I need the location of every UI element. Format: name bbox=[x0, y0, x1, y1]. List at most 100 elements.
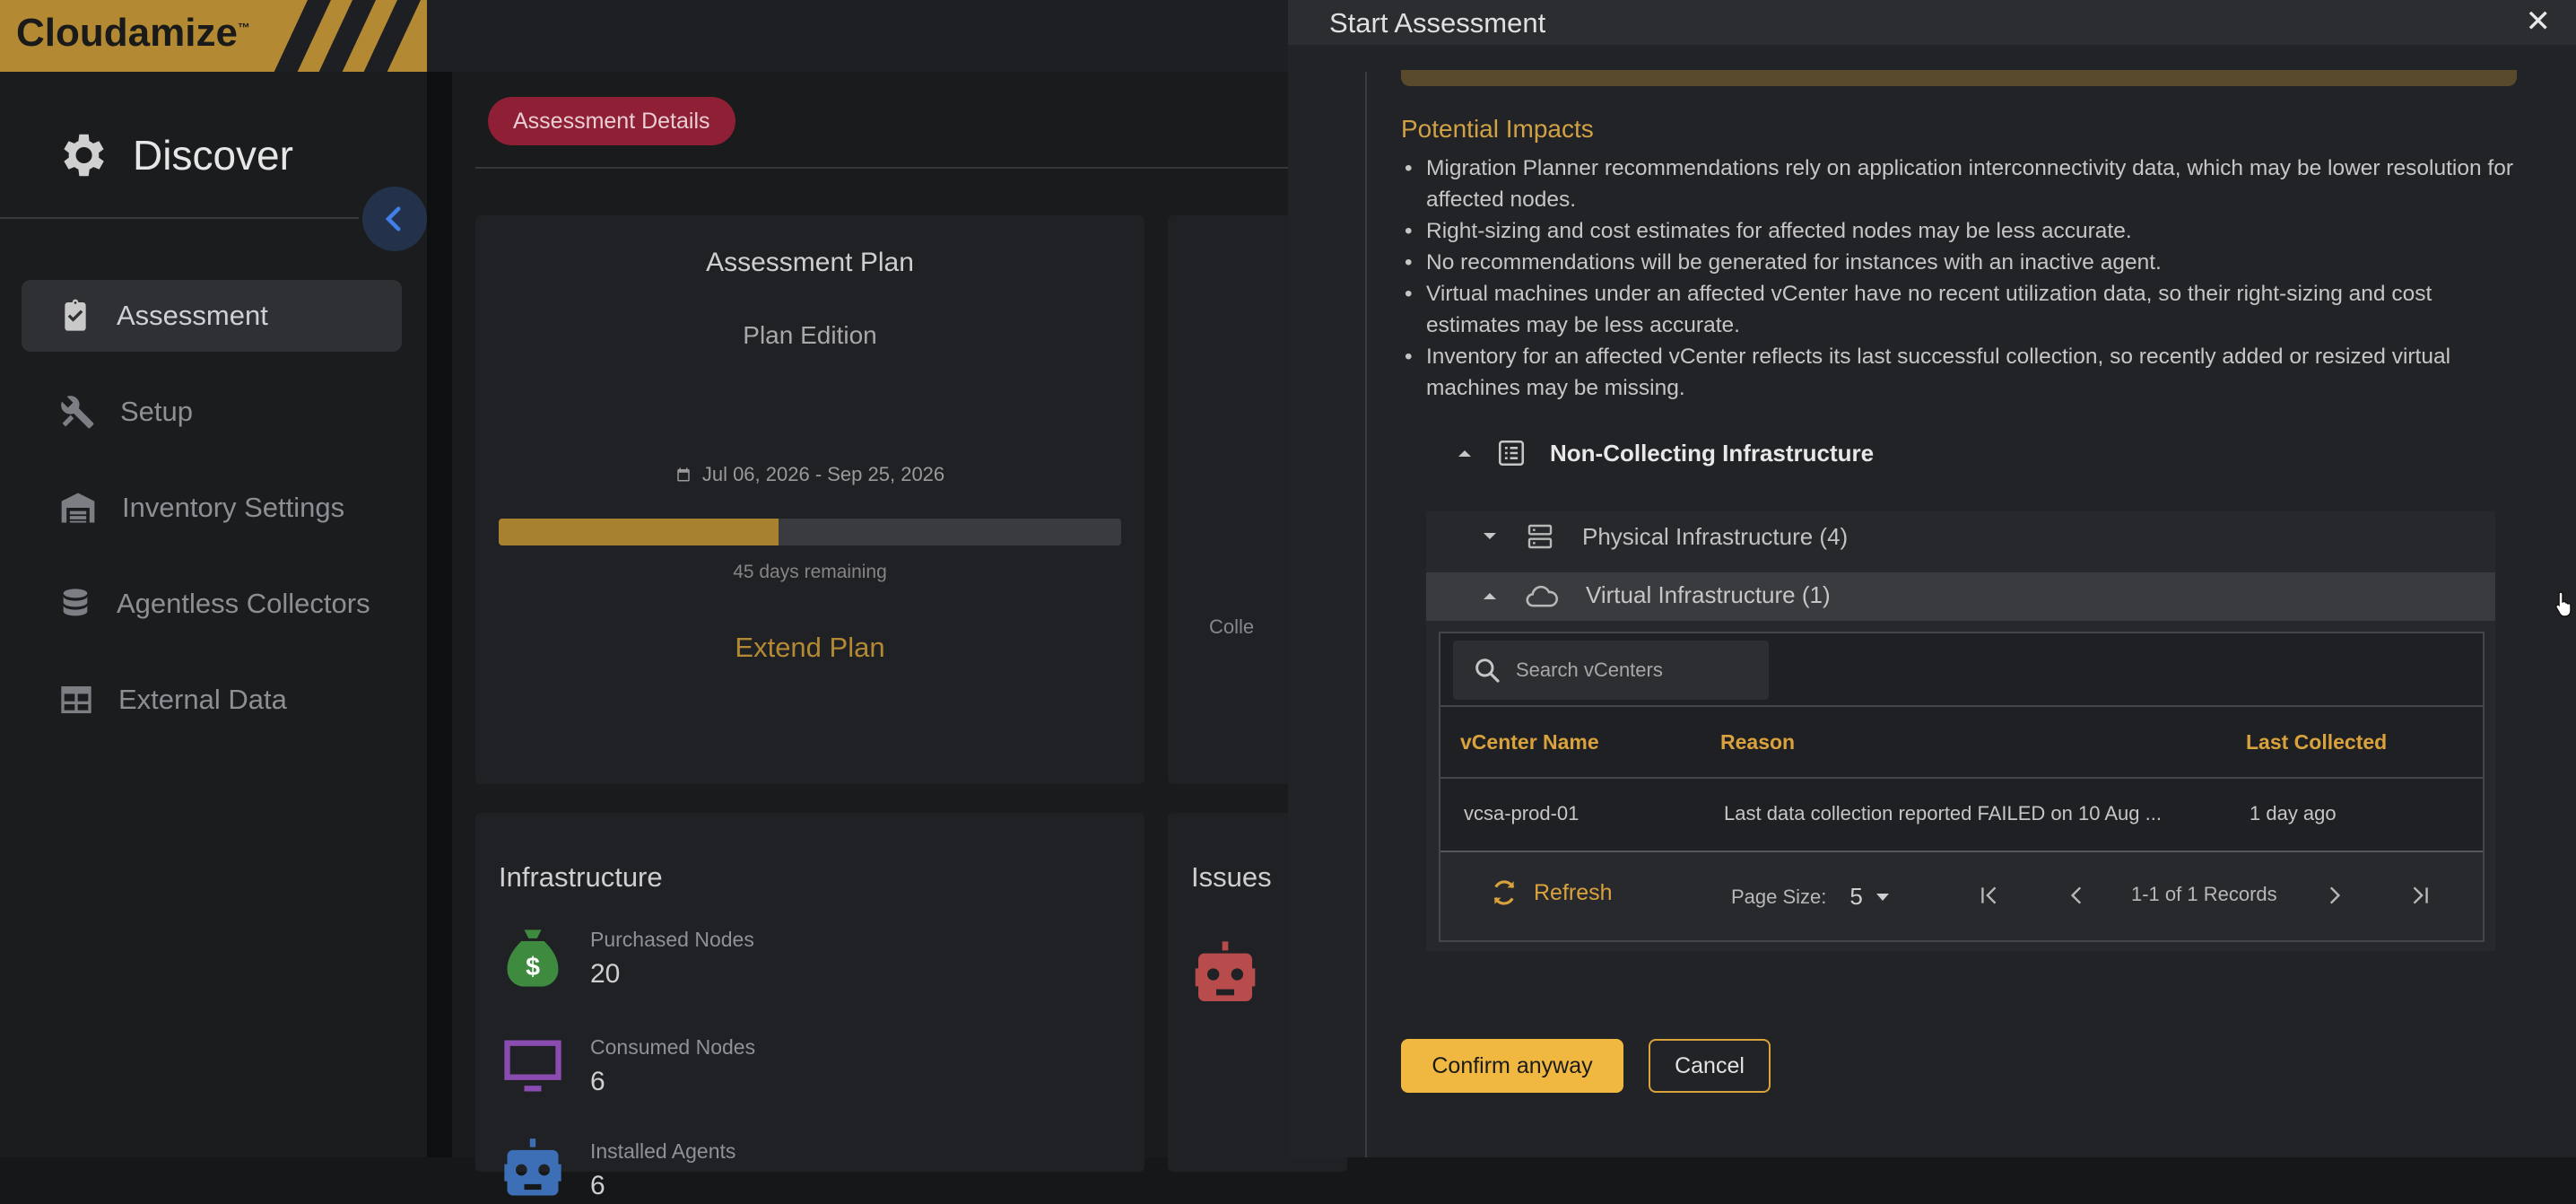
monitor-icon bbox=[504, 1040, 561, 1092]
refresh-icon bbox=[1493, 880, 1515, 905]
list-item: Right-sizing and cost estimates for affe… bbox=[1401, 215, 2522, 247]
sidebar-item-label: Inventory Settings bbox=[122, 492, 345, 523]
sidebar-divider bbox=[0, 217, 359, 219]
infrastructure-title: Infrastructure bbox=[499, 861, 663, 893]
list-item: No recommendations will be generated for… bbox=[1401, 247, 2522, 278]
first-page-button[interactable] bbox=[1971, 877, 2007, 913]
search-input[interactable] bbox=[1514, 658, 1760, 683]
warehouse-icon bbox=[61, 493, 95, 523]
tree-node-non-collecting[interactable]: Non-Collecting Infrastructure bbox=[1457, 438, 1874, 468]
metric-purchased-nodes: $ Purchased Nodes 20 bbox=[499, 924, 754, 992]
potential-impacts-title: Potential Impacts bbox=[1401, 115, 1594, 143]
column-header-last-collected[interactable]: Last Collected bbox=[2246, 730, 2387, 755]
previous-page-button[interactable] bbox=[2059, 877, 2095, 913]
refresh-button[interactable]: Refresh bbox=[1489, 877, 1613, 908]
search-icon bbox=[1475, 659, 1500, 683]
last-page-icon bbox=[2413, 886, 2428, 904]
list-item: Migration Planner recommendations rely o… bbox=[1401, 153, 2522, 215]
sidebar: Discover Assessment Setup Inventory Sett… bbox=[0, 72, 427, 1157]
sidebar-item-setup[interactable]: Setup bbox=[22, 376, 402, 448]
metric-label: Consumed Nodes bbox=[590, 1034, 756, 1059]
assessment-plan-card: Assessment Plan Plan Edition Jul 06, 202… bbox=[475, 215, 1144, 784]
tree-node-label: Physical Infrastructure (4) bbox=[1582, 522, 1849, 550]
sidebar-title: Discover bbox=[133, 132, 293, 179]
records-count: 1-1 of 1 Records bbox=[2131, 883, 2277, 905]
sidebar-item-assessment[interactable]: Assessment bbox=[22, 280, 402, 352]
plan-title: Assessment Plan bbox=[706, 248, 914, 277]
next-page-button[interactable] bbox=[2316, 877, 2352, 913]
pointer-cursor-icon bbox=[2555, 591, 2572, 617]
table-header-top-border bbox=[1440, 705, 2483, 707]
metric-value: 6 bbox=[590, 1066, 605, 1096]
infrastructure-card: Infrastructure $ Purchased Nodes 20 Consu… bbox=[475, 813, 1144, 1200]
days-remaining: 45 days remaining bbox=[733, 562, 887, 582]
last-page-button[interactable] bbox=[2402, 877, 2438, 913]
table-header-bottom-border bbox=[1440, 777, 2483, 779]
chevron-left-icon bbox=[385, 206, 401, 231]
tree-node-label: Non-Collecting Infrastructure bbox=[1550, 439, 1875, 467]
calendar-icon bbox=[677, 467, 690, 482]
cell-reason: Last data collection reported FAILED on … bbox=[1724, 802, 2162, 824]
first-page-icon bbox=[1981, 886, 1997, 904]
robot-icon bbox=[1195, 941, 1256, 1001]
column-header-reason[interactable]: Reason bbox=[1720, 730, 1795, 755]
tree-node-physical[interactable]: Physical Infrastructure (4) bbox=[1482, 522, 1848, 551]
chevron-left-icon bbox=[2070, 886, 2082, 904]
collectors-card-text: Colle bbox=[1209, 615, 1255, 638]
search-bar[interactable] bbox=[1453, 641, 1769, 700]
table-icon bbox=[61, 686, 91, 713]
refresh-label: Refresh bbox=[1534, 879, 1613, 905]
list-item: Inventory for an affected vCenter reflec… bbox=[1401, 341, 2522, 404]
vcenters-table: vCenter Name Reason Last Collected vcsa-… bbox=[1439, 632, 2485, 942]
page-size-value: 5 bbox=[1849, 883, 1863, 910]
sidebar-edge bbox=[427, 72, 452, 1157]
page-size-control: Page Size: 5 bbox=[1731, 883, 1890, 911]
extend-plan-button[interactable]: Extend Plan bbox=[475, 632, 1144, 664]
list-icon bbox=[1498, 440, 1525, 467]
metric-label: Installed Agents bbox=[590, 1139, 736, 1163]
cell-last-collected: 1 day ago bbox=[2250, 802, 2337, 824]
column-header-vcenter-name[interactable]: vCenter Name bbox=[1460, 730, 1599, 755]
sidebar-item-label: External Data bbox=[118, 684, 287, 715]
top-bar: Cloudamize™ bbox=[0, 0, 1288, 72]
table-pagination: Refresh Page Size: 5 1-1 of 1 Records bbox=[1440, 852, 2483, 940]
cancel-button[interactable]: Cancel bbox=[1649, 1039, 1771, 1093]
cloud-icon bbox=[1526, 585, 1558, 606]
server-icon bbox=[1527, 524, 1553, 549]
plan-date-range: Jul 06, 2026 - Sep 25, 2026 bbox=[701, 463, 945, 485]
collapse-sidebar-button[interactable] bbox=[362, 187, 427, 251]
sidebar-item-inventory-settings[interactable]: Inventory Settings bbox=[22, 472, 402, 544]
tree-node-label: Virtual Infrastructure (1) bbox=[1586, 581, 1831, 608]
logo-text: Cloudamize bbox=[16, 11, 238, 55]
start-assessment-dialog: Start Assessment ✕ Potential Impacts Mig… bbox=[1288, 0, 2576, 1157]
sidebar-item-label: Assessment bbox=[117, 300, 268, 331]
close-icon[interactable]: ✕ bbox=[2526, 4, 2552, 39]
logo[interactable]: Cloudamize™ bbox=[0, 0, 427, 72]
chevron-down-icon bbox=[1484, 533, 1496, 539]
metric-installed-agents: Installed Agents 6 bbox=[499, 1136, 735, 1204]
plan-progress-bar bbox=[499, 519, 1121, 545]
logo-trademark: ™ bbox=[237, 20, 250, 35]
metric-value: 6 bbox=[590, 1170, 605, 1200]
confirm-anyway-button[interactable]: Confirm anyway bbox=[1401, 1039, 1623, 1093]
sidebar-item-external-data[interactable]: External Data bbox=[22, 664, 402, 736]
plan-edition: Plan Edition bbox=[743, 321, 877, 349]
main-content: Assessment Details Assessment Plan Plan … bbox=[452, 72, 1347, 1200]
sidebar-item-agentless-collectors[interactable]: Agentless Collectors bbox=[22, 568, 402, 640]
tree-node-virtual[interactable]: Virtual Infrastructure (1) bbox=[1482, 581, 1831, 609]
sidebar-item-label: Agentless Collectors bbox=[117, 588, 370, 619]
svg-text:$: $ bbox=[526, 953, 540, 982]
list-item: Virtual machines under an affected vCent… bbox=[1401, 278, 2522, 341]
chevron-up-icon bbox=[1458, 450, 1471, 457]
dialog-header: Start Assessment ✕ bbox=[1288, 0, 2576, 45]
warning-banner-edge bbox=[1401, 70, 2517, 86]
clipboard-check-icon bbox=[65, 299, 86, 331]
tab-assessment-details[interactable]: Assessment Details bbox=[488, 97, 735, 145]
tools-icon bbox=[61, 396, 94, 429]
caret-down-icon bbox=[1875, 893, 1889, 901]
plan-progress-fill bbox=[499, 519, 779, 545]
sidebar-item-label: Setup bbox=[120, 396, 194, 427]
dialog-title: Start Assessment bbox=[1329, 7, 1546, 39]
page-size-select[interactable]: 5 bbox=[1849, 883, 1889, 911]
robot-icon bbox=[504, 1139, 561, 1196]
